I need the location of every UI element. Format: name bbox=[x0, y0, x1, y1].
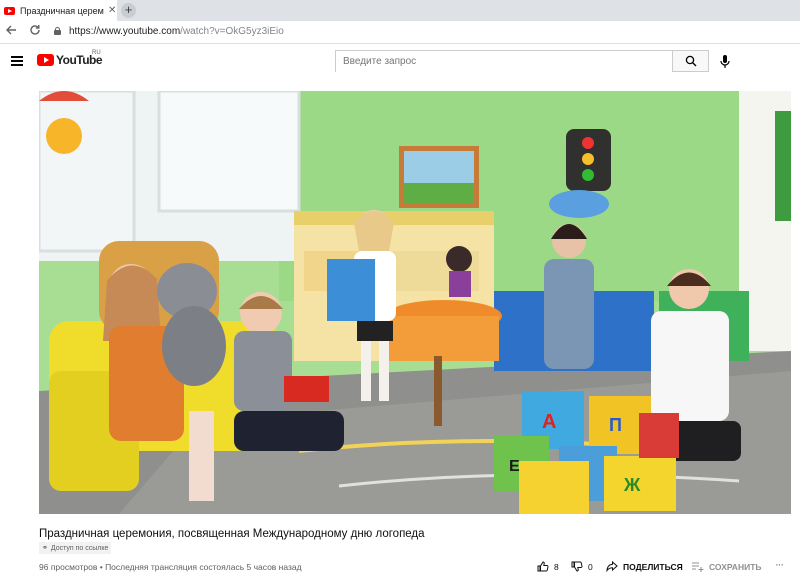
svg-text:Ж: Ж bbox=[623, 475, 641, 495]
share-label: ПОДЕЛИТЬСЯ bbox=[623, 561, 683, 572]
youtube-play-icon bbox=[37, 54, 54, 66]
tab-title: Праздничная церемони bbox=[20, 5, 104, 16]
back-arrow-icon[interactable] bbox=[3, 24, 19, 40]
new-tab-button[interactable]: + bbox=[121, 3, 136, 18]
share-arrow-icon bbox=[606, 561, 618, 572]
add-to-playlist-icon bbox=[692, 562, 704, 572]
search-box bbox=[335, 50, 673, 72]
thumbs-up-icon bbox=[537, 561, 549, 572]
youtube-logo[interactable]: YouTube RU bbox=[37, 50, 103, 67]
url-host: https://www.youtube.com bbox=[69, 26, 181, 37]
url-path: /watch?v=OkG5yz3iEio bbox=[180, 26, 284, 37]
search-input[interactable] bbox=[336, 51, 673, 72]
svg-text:А: А bbox=[542, 411, 556, 433]
hamburger-menu-icon[interactable] bbox=[11, 56, 23, 66]
like-button[interactable]: 8 bbox=[537, 561, 559, 572]
youtube-favicon-icon bbox=[4, 6, 15, 15]
more-actions-button[interactable]: ··· bbox=[775, 559, 784, 571]
reload-icon[interactable] bbox=[27, 24, 43, 40]
save-label: СОХРАНИТЬ bbox=[709, 561, 762, 572]
dislike-count: 0 bbox=[588, 561, 593, 572]
address-bar[interactable]: https://www.youtube.com/watch?v=OkG5yz3i… bbox=[69, 26, 284, 37]
link-icon: ⚭ bbox=[42, 545, 48, 552]
youtube-header: YouTube RU bbox=[0, 44, 800, 78]
search-icon bbox=[685, 55, 697, 67]
region-label: RU bbox=[92, 50, 101, 56]
video-title: Праздничная церемония, посвященная Между… bbox=[39, 528, 425, 540]
browser-tab-strip: Праздничная церемони ✕ + bbox=[0, 0, 800, 21]
microphone-icon bbox=[720, 55, 730, 68]
browser-tab[interactable]: Праздничная церемони ✕ bbox=[0, 0, 117, 21]
tab-close-icon[interactable]: ✕ bbox=[108, 5, 116, 16]
dislike-button[interactable]: 0 bbox=[571, 561, 593, 572]
like-count: 8 bbox=[554, 561, 559, 572]
video-frame: А П Е Ж bbox=[39, 91, 791, 514]
microphone-button[interactable] bbox=[716, 52, 734, 70]
lock-icon[interactable] bbox=[54, 27, 61, 35]
save-button[interactable]: СОХРАНИТЬ bbox=[691, 561, 762, 572]
search-button[interactable] bbox=[672, 50, 709, 72]
svg-text:Е: Е bbox=[509, 458, 520, 475]
video-player[interactable]: А П Е Ж bbox=[39, 91, 791, 514]
privacy-label: Доступ по ссылке bbox=[50, 544, 109, 552]
svg-text:П: П bbox=[609, 415, 622, 435]
browser-toolbar: https://www.youtube.com/watch?v=OkG5yz3i… bbox=[0, 21, 800, 44]
privacy-badge: ⚭ Доступ по ссылке bbox=[39, 542, 112, 554]
video-meta: 96 просмотров • Последняя трансляция сос… bbox=[39, 562, 302, 572]
share-button[interactable]: ПОДЕЛИТЬСЯ bbox=[606, 561, 683, 572]
thumbs-down-icon bbox=[571, 561, 583, 572]
